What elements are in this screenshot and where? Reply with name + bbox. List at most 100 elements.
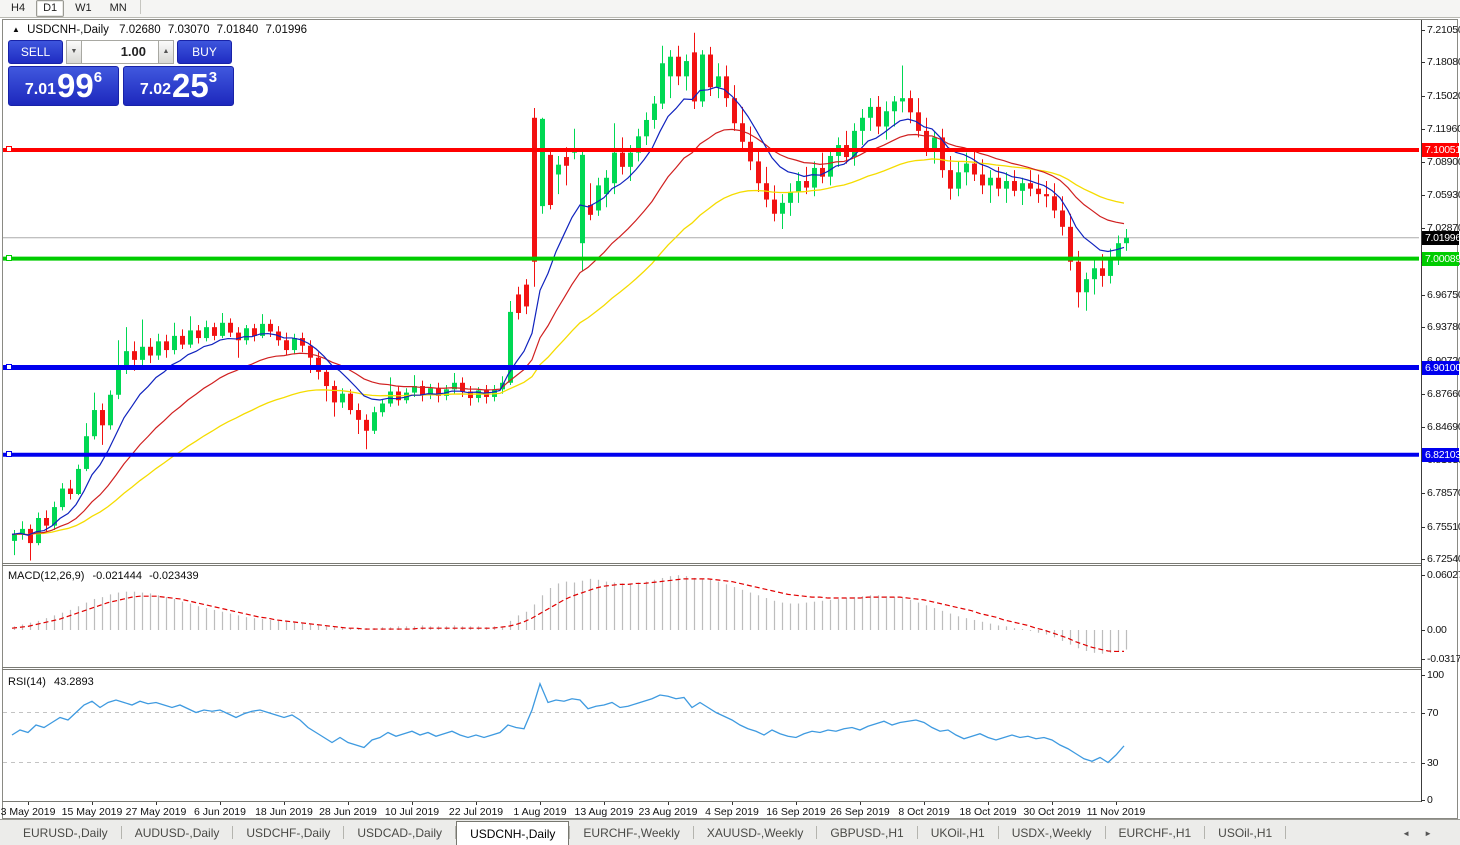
- price-tick-label: 6.75510: [1427, 521, 1460, 533]
- level-price-tag: 7.00089: [1422, 252, 1459, 266]
- candle-body: [148, 347, 153, 356]
- timeframe-button-w1[interactable]: W1: [68, 0, 99, 17]
- candle-body: [140, 347, 145, 360]
- tab-usoil-h1[interactable]: USOil-,H1: [1205, 820, 1285, 845]
- candle-body: [164, 341, 169, 350]
- price-tick-mark: [1421, 62, 1425, 63]
- candle-body: [212, 327, 217, 336]
- ohlc-high: 7.03070: [168, 24, 210, 36]
- candle-body: [196, 330, 201, 338]
- panel-splitter-macd[interactable]: [2, 563, 1422, 564]
- macd-value-1: -0.021444: [92, 570, 142, 582]
- price-axis-line: [1421, 20, 1422, 802]
- tab-usdcad-daily[interactable]: USDCAD-,Daily: [344, 820, 455, 845]
- candle-body: [860, 118, 865, 131]
- timeframe-button-d1[interactable]: D1: [36, 0, 64, 17]
- tab-eurusd-daily[interactable]: EURUSD-,Daily: [10, 820, 121, 845]
- tab-usdx-weekly[interactable]: USDX-,Weekly: [999, 820, 1105, 845]
- tab-scroll-right-icon[interactable]: ►: [1424, 829, 1432, 838]
- tab-eurchf-weekly[interactable]: EURCHF-,Weekly: [570, 820, 692, 845]
- candle-body: [220, 323, 225, 336]
- candle-body: [756, 161, 761, 183]
- date-tick-mark: [860, 802, 861, 805]
- date-tick-mark: [476, 802, 477, 805]
- tab-xauusd-weekly[interactable]: XAUUSD-,Weekly: [694, 820, 816, 845]
- macd-tick-label: -0.031725: [1427, 653, 1460, 665]
- candle-body: [460, 383, 465, 392]
- macd-signal-line: [12, 579, 1124, 652]
- timeframe-button-mn[interactable]: MN: [103, 0, 134, 17]
- candle-body: [44, 518, 49, 526]
- candle-body: [996, 178, 1001, 189]
- candle-body: [268, 324, 273, 332]
- candle-body: [1036, 189, 1041, 194]
- date-tick-label: 13 Aug 2019: [575, 806, 634, 818]
- candle-body: [620, 153, 625, 167]
- price-tick-label: 7.05930: [1427, 189, 1460, 201]
- candle-body: [676, 57, 681, 77]
- price-tick-label: 6.78570: [1427, 487, 1460, 499]
- date-tick-mark: [156, 802, 157, 805]
- level-endpoint-marker[interactable]: [6, 146, 12, 152]
- date-axis[interactable]: 3 May 201915 May 201927 May 20196 Jun 20…: [2, 802, 1422, 819]
- tab-usdchf-daily[interactable]: USDCHF-,Daily: [233, 820, 343, 845]
- tab-usdcnh-daily[interactable]: USDCNH-,Daily: [456, 821, 569, 845]
- rsi-tick-label: 100: [1427, 669, 1444, 681]
- price-tick-mark: [1421, 493, 1425, 494]
- price-tick-mark: [1421, 129, 1425, 130]
- tab-audusd-daily[interactable]: AUDUSD-,Daily: [122, 820, 233, 845]
- panel-splitter-rsi-b: [2, 669, 1422, 670]
- level-endpoint-marker[interactable]: [6, 451, 12, 457]
- price-tick-label: 6.72540: [1427, 553, 1460, 565]
- macd-tick-mark: [1421, 630, 1425, 631]
- rsi-tick-mark: [1421, 763, 1425, 764]
- buy-button[interactable]: BUY: [177, 40, 232, 64]
- candle-body: [1060, 210, 1065, 226]
- date-tick-mark: [220, 802, 221, 805]
- volume-increase-button[interactable]: ▲: [158, 40, 174, 64]
- rsi-tick-mark: [1421, 713, 1425, 714]
- panel-splitter-rsi[interactable]: [2, 667, 1422, 668]
- sell-button[interactable]: SELL: [8, 40, 63, 64]
- volume-input[interactable]: 1.00: [82, 40, 158, 64]
- volume-decrease-button[interactable]: ▼: [66, 40, 82, 64]
- rsi-value: 43.2893: [54, 676, 94, 688]
- rsi-tick-label: 0: [1427, 794, 1433, 806]
- date-tick-mark: [28, 802, 29, 805]
- rsi-name: RSI(14): [8, 676, 46, 688]
- candle-body: [284, 340, 289, 350]
- price-tick-label: 7.11960: [1427, 123, 1460, 135]
- sell-price-button[interactable]: 7.01 99 6: [8, 66, 119, 106]
- candle-body: [292, 338, 297, 350]
- tab-gbpusd-h1[interactable]: GBPUSD-,H1: [817, 820, 916, 845]
- one-click-trade-panel: SELL ▼ 1.00 ▲ BUY 7.01 99 6 7.02 25 3: [8, 40, 234, 106]
- candle-body: [548, 155, 553, 205]
- chart-expand-icon[interactable]: ▲: [12, 25, 20, 34]
- candle-body: [108, 395, 113, 426]
- level-endpoint-marker[interactable]: [6, 364, 12, 370]
- candle-body: [1116, 243, 1121, 257]
- price-tick-label: 7.15020: [1427, 90, 1460, 102]
- level-endpoint-marker[interactable]: [6, 255, 12, 261]
- date-tick-label: 15 May 2019: [62, 806, 123, 818]
- tab-ukoil-h1[interactable]: UKOil-,H1: [918, 820, 998, 845]
- candle-body: [364, 420, 369, 431]
- candle-body: [964, 164, 969, 173]
- candle-body: [100, 410, 105, 425]
- ma-slow-line: [12, 159, 1124, 535]
- candle-body: [532, 118, 537, 262]
- candle-body: [204, 327, 209, 338]
- tab-eurchf-h1[interactable]: EURCHF-,H1: [1106, 820, 1205, 845]
- timeframe-button-h4[interactable]: H4: [4, 0, 32, 17]
- candle-body: [388, 391, 393, 403]
- buy-price-prefix: 7.02: [140, 81, 171, 99]
- candle-body: [596, 185, 601, 210]
- date-tick-label: 28 Jun 2019: [319, 806, 377, 818]
- date-tick-label: 26 Sep 2019: [830, 806, 890, 818]
- symbol-tabs: EURUSD-,DailyAUDUSD-,DailyUSDCHF-,DailyU…: [10, 820, 1286, 845]
- buy-price-button[interactable]: 7.02 25 3: [123, 66, 234, 106]
- tab-scroll-left-icon[interactable]: ◄: [1402, 829, 1410, 838]
- candle-body: [540, 119, 545, 206]
- candle-body: [132, 351, 137, 360]
- candle-body: [660, 63, 665, 103]
